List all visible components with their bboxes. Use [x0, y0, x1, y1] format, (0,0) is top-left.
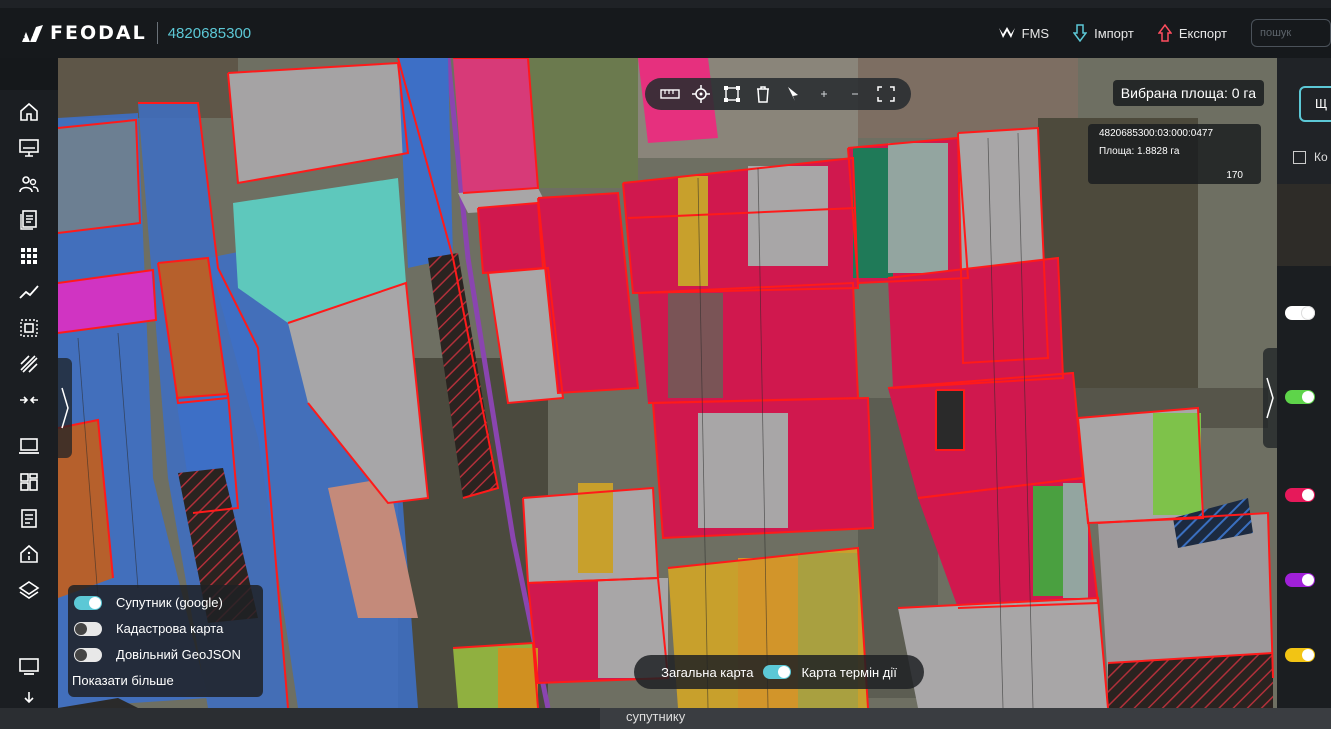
right-panel-button[interactable]: Щ: [1299, 86, 1331, 122]
layer-toggle-cadastre[interactable]: [74, 621, 102, 636]
chevron-right-icon: [61, 387, 69, 429]
right-panel: Щ Ко: [1277, 58, 1331, 708]
parcel-area: Площа: 1.8828 га: [1099, 146, 1180, 157]
layers-panel: Супутник (google) Кадастрова карта Довіл…: [68, 585, 263, 697]
bottom-strip: супутнику: [0, 708, 1331, 729]
layer-label: Довільний GeoJSON: [116, 647, 241, 662]
selected-area-label: Вибрана площа: 0 га: [1112, 80, 1264, 106]
export-arrow-icon: [1157, 24, 1172, 42]
export-label: Експорт: [1178, 25, 1227, 41]
layer-row-geojson[interactable]: Довільний GeoJSON: [74, 647, 241, 662]
logo[interactable]: FEODAL 4820685300: [14, 22, 251, 44]
polygon-select-icon[interactable]: [721, 83, 743, 105]
color-toggle-purple[interactable]: [1285, 573, 1315, 587]
zoom-in-icon[interactable]: [813, 83, 835, 105]
building-icon[interactable]: [17, 542, 41, 566]
right-panel-toggle-list: [1277, 266, 1331, 708]
parcel-cadastre-number: 4820685300:03:000:0477: [1099, 128, 1214, 139]
users-icon[interactable]: [17, 172, 41, 196]
right-panel-checkbox[interactable]: Ко: [1293, 150, 1328, 164]
header-actions: FMS Імпорт Експорт: [998, 8, 1331, 58]
chevron-right-icon: [1266, 377, 1274, 419]
mode-general-label: Загальна карта: [661, 664, 754, 680]
parcel-number: 170: [1226, 170, 1243, 181]
chart-line-icon[interactable]: [17, 280, 41, 304]
fullscreen-icon[interactable]: [875, 83, 897, 105]
app-header: FEODAL 4820685300 FMS Імпорт Експорт: [0, 8, 1331, 58]
list-icon[interactable]: [17, 506, 41, 530]
documents-icon[interactable]: [17, 208, 41, 232]
sidebar: [0, 58, 58, 708]
laptop-icon[interactable]: [17, 434, 41, 458]
layer-label: Супутник (google): [116, 595, 223, 610]
ruler-icon[interactable]: [659, 83, 681, 105]
logo-text: FEODAL: [50, 22, 147, 44]
map-mode-switch: Загальна карта Карта термін дії: [634, 655, 924, 689]
right-panel-thumbnail: [1277, 184, 1331, 266]
pointer-icon[interactable]: [782, 83, 804, 105]
map-toolbar: [645, 78, 911, 110]
fms-label: FMS: [1021, 25, 1050, 41]
layer-label: Кадастрова карта: [116, 621, 224, 636]
layer-row-cadastre[interactable]: Кадастрова карта: [74, 621, 223, 636]
color-toggle-yellow[interactable]: [1285, 648, 1315, 662]
merge-icon[interactable]: [17, 388, 41, 412]
color-toggle-green[interactable]: [1285, 390, 1315, 404]
expand-right-panel-handle[interactable]: [1263, 348, 1277, 448]
layers-icon[interactable]: [17, 578, 41, 602]
locate-icon[interactable]: [690, 83, 712, 105]
color-toggle-white[interactable]: [1285, 306, 1315, 320]
show-more-link[interactable]: Показати більше: [72, 673, 174, 688]
layer-toggle-geojson[interactable]: [74, 647, 102, 662]
import-button[interactable]: Імпорт: [1073, 24, 1134, 42]
fms-button[interactable]: FMS: [998, 25, 1050, 41]
parcel-info-card: 4820685300:03:000:0477 Площа: 1.8828 га …: [1088, 124, 1261, 184]
logo-divider: [156, 22, 158, 44]
zoom-out-icon[interactable]: [844, 83, 866, 105]
company-code[interactable]: 4820685300: [168, 25, 251, 42]
monitor-icon[interactable]: [17, 136, 41, 160]
bottom-text: супутнику: [626, 709, 686, 724]
dashboard-icon[interactable]: [17, 470, 41, 494]
checkbox-box[interactable]: [1293, 150, 1306, 164]
search-input[interactable]: [1251, 19, 1331, 47]
expand-left-panel-handle[interactable]: [58, 358, 72, 458]
layer-row-satellite[interactable]: Супутник (google): [74, 595, 223, 610]
hatch-icon[interactable]: [17, 352, 41, 376]
import-arrow-icon: [1073, 24, 1088, 42]
import-label: Імпорт: [1094, 25, 1134, 41]
home-icon[interactable]: [17, 100, 41, 124]
select-area-icon[interactable]: [17, 316, 41, 340]
color-toggle-pink[interactable]: [1285, 488, 1315, 502]
map-view[interactable]: Вибрана площа: 0 га 4820685300:03:000:04…: [58, 58, 1277, 708]
mode-term-label: Карта термін дії: [801, 664, 897, 680]
trash-icon[interactable]: [752, 83, 774, 105]
layer-toggle-satellite[interactable]: [74, 595, 102, 610]
sidebar-top: [0, 58, 58, 90]
map-mode-toggle[interactable]: [763, 665, 792, 679]
export-button[interactable]: Експорт: [1157, 24, 1227, 42]
checkbox-label: Ко: [1314, 150, 1328, 164]
screen-icon[interactable]: [17, 654, 41, 678]
crown-icon: [998, 27, 1015, 38]
grid-icon[interactable]: [17, 244, 41, 268]
bottom-left-strip: [0, 708, 600, 729]
crown-logo-icon: [15, 24, 43, 42]
